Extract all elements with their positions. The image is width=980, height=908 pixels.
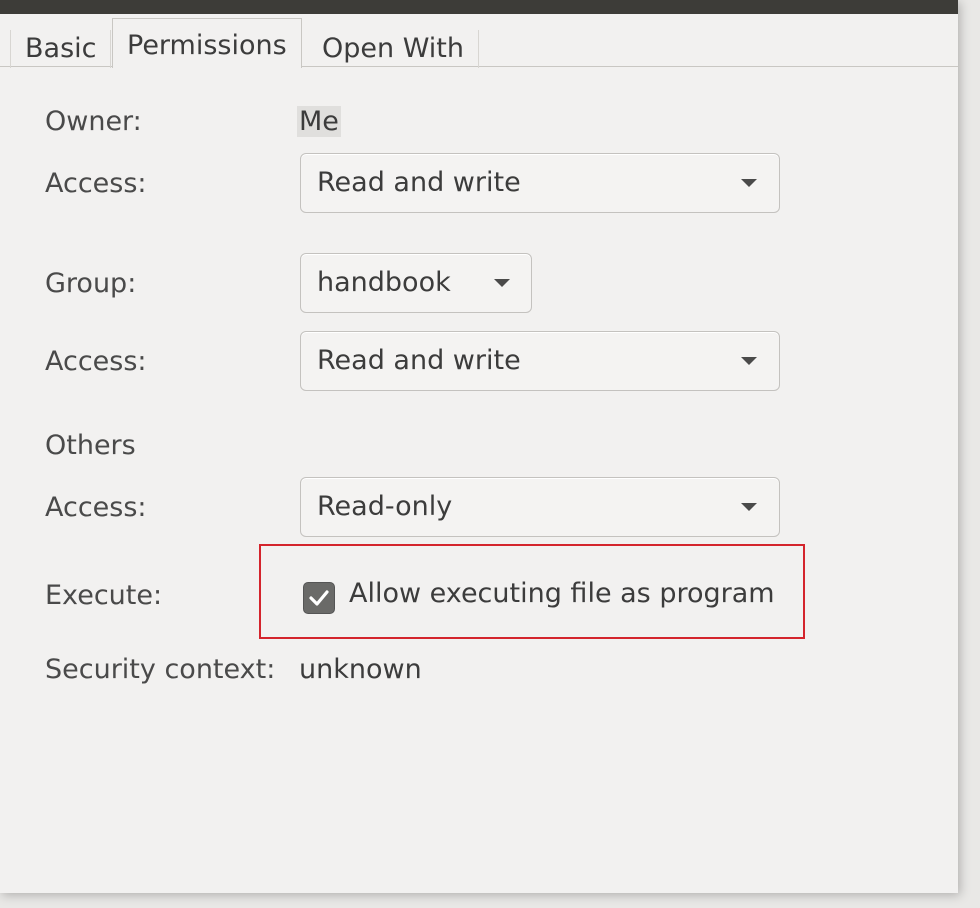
dropdown-arrow-icon bbox=[494, 279, 510, 287]
group-access-label: Access: bbox=[45, 346, 147, 377]
others-label: Others bbox=[45, 430, 136, 461]
owner-value: Me bbox=[297, 106, 341, 137]
dropdown-arrow-icon bbox=[741, 503, 757, 511]
tab-open-with[interactable]: Open With bbox=[308, 30, 480, 68]
checkmark-icon bbox=[309, 590, 329, 606]
security-context-label: Security context: bbox=[45, 654, 276, 685]
owner-access-label: Access: bbox=[45, 168, 147, 199]
others-access-value: Read-only bbox=[317, 491, 453, 522]
tab-permissions[interactable]: Permissions bbox=[112, 18, 302, 68]
group-label: Group: bbox=[45, 268, 137, 299]
owner-label: Owner: bbox=[45, 106, 142, 137]
properties-window: Basic Permissions Open With Owner: Me Ac… bbox=[0, 0, 958, 893]
others-access-dropdown[interactable]: Read-only bbox=[300, 477, 780, 537]
title-bar bbox=[0, 0, 958, 14]
dropdown-arrow-icon bbox=[741, 179, 757, 187]
group-value: handbook bbox=[317, 267, 451, 298]
dropdown-arrow-icon bbox=[741, 357, 757, 365]
group-access-dropdown[interactable]: Read and write bbox=[300, 331, 780, 391]
owner-access-value: Read and write bbox=[317, 167, 521, 198]
group-access-value: Read and write bbox=[317, 345, 521, 376]
group-dropdown[interactable]: handbook bbox=[300, 253, 532, 313]
others-access-label: Access: bbox=[45, 492, 147, 523]
owner-access-dropdown[interactable]: Read and write bbox=[300, 153, 780, 213]
security-context-value: unknown bbox=[299, 654, 422, 685]
execute-label: Execute: bbox=[45, 580, 163, 611]
execute-checkbox-label[interactable]: Allow executing file as program bbox=[349, 578, 775, 609]
tab-basic[interactable]: Basic bbox=[10, 30, 112, 68]
execute-checkbox[interactable] bbox=[303, 582, 335, 614]
tab-bar: Basic Permissions Open With bbox=[0, 14, 958, 68]
